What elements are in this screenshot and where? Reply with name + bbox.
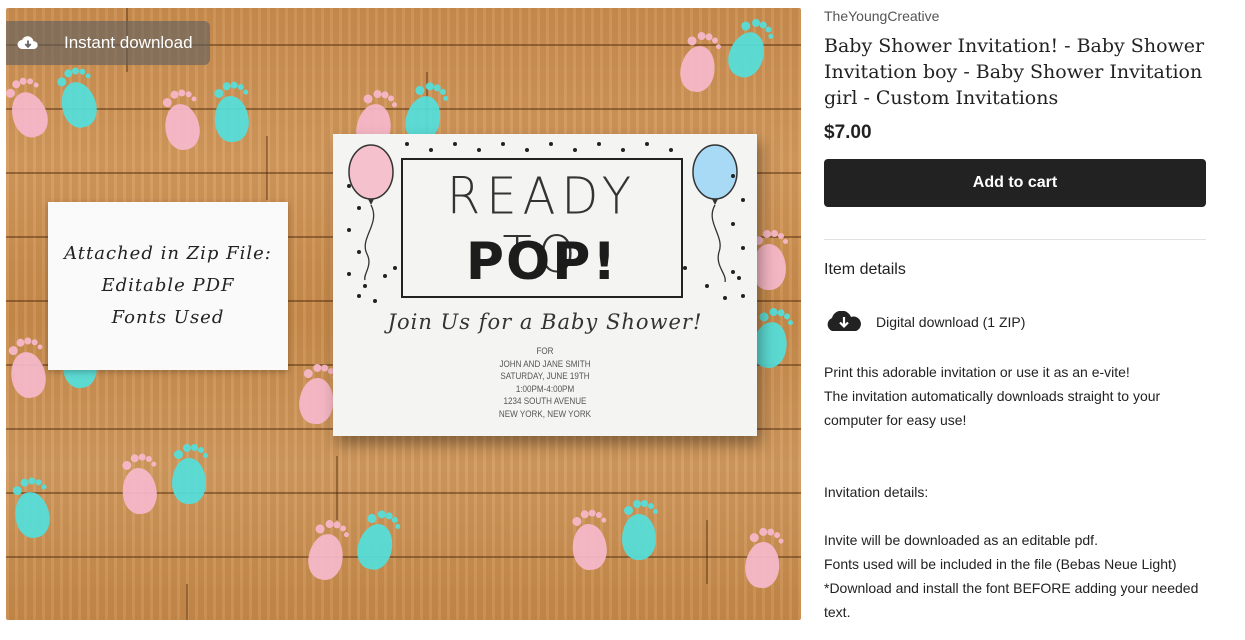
- confetti-dot: [731, 270, 735, 274]
- confetti-dot: [363, 284, 367, 288]
- confetti-dot: [549, 142, 553, 146]
- invite-details: FOR JOHN AND JANE SMITH SATURDAY, JUNE 1…: [333, 346, 757, 421]
- invite-detail-line: FOR: [536, 346, 554, 357]
- blue-footprint: [53, 65, 102, 132]
- cloud-download-icon: [824, 310, 864, 333]
- pink-footprint: [743, 527, 784, 590]
- confetti-dot: [347, 272, 351, 276]
- listing-title: Baby Shower Invitation! - Baby Shower In…: [824, 35, 1205, 109]
- cloud-download-icon: [6, 34, 50, 52]
- listing-price: $7.00: [824, 122, 872, 143]
- shop-name-link[interactable]: TheYoungCreative: [824, 8, 939, 24]
- pink-footprint: [159, 88, 203, 153]
- confetti-dot: [621, 148, 625, 152]
- invite-detail-line: 1:00PM-4:00PM: [515, 383, 575, 395]
- blue-footprint: [172, 444, 208, 504]
- confetti-dot: [383, 274, 387, 278]
- description-text: The invitation automatically downloads s…: [824, 388, 1161, 428]
- confetti-dot: [393, 266, 397, 270]
- item-details-heading: Item details: [824, 261, 906, 278]
- confetti-dot: [373, 299, 377, 303]
- wood-seam: [186, 584, 188, 620]
- confetti-dot: [347, 184, 351, 188]
- confetti-dot: [525, 148, 529, 152]
- instant-download-label: Instant download: [64, 33, 193, 52]
- confetti-dot: [731, 222, 735, 226]
- confetti-dot: [357, 206, 361, 210]
- wood-seam: [266, 136, 268, 200]
- invitation-card: READY TO POP! Join Us for a Baby Shower!…: [333, 134, 757, 436]
- pink-footprint: [6, 74, 54, 143]
- confetti-dot: [645, 142, 649, 146]
- description-text: Invitation details:: [824, 484, 929, 500]
- invite-script-text: Join Us for a Baby Shower!: [387, 310, 703, 334]
- invite-detail-line: JOHN AND JANE SMITH: [499, 358, 591, 370]
- divider: [824, 239, 1206, 240]
- add-to-cart-button[interactable]: Add to cart: [824, 159, 1206, 207]
- blue-footprint: [211, 81, 251, 144]
- wood-seam: [706, 520, 708, 584]
- digital-download-label: Digital download (1 ZIP): [876, 314, 1026, 330]
- confetti-dot: [597, 142, 601, 146]
- confetti-dot: [741, 246, 745, 250]
- note-line: Fonts Used: [111, 307, 225, 328]
- confetti-dot: [731, 174, 735, 178]
- pink-footprint: [752, 230, 788, 290]
- confetti-dot: [405, 142, 409, 146]
- confetti-dot: [683, 266, 687, 270]
- note-line: Attached in Zip File:: [64, 243, 272, 264]
- confetti-dot: [669, 148, 673, 152]
- note-line: Editable PDF: [101, 275, 235, 296]
- attachment-note-card: Attached in Zip File: Editable PDF Fonts…: [48, 202, 288, 370]
- confetti-dot: [453, 142, 457, 146]
- pink-balloon: [348, 144, 394, 281]
- blue-balloon-body: [692, 144, 738, 200]
- pink-footprint: [119, 453, 159, 516]
- confetti-dot: [429, 148, 433, 152]
- blue-footprint: [622, 500, 658, 560]
- digital-download-row: Digital download (1 ZIP): [824, 310, 1026, 333]
- blue-footprint: [352, 507, 401, 574]
- pink-footprint: [569, 509, 609, 572]
- invite-detail-line: SATURDAY, JUNE 19TH: [500, 371, 590, 382]
- confetti-dot: [357, 294, 361, 298]
- confetti-dot: [477, 148, 481, 152]
- confetti-dot: [501, 142, 505, 146]
- blue-footprint: [722, 14, 775, 83]
- description-text: *Download and install the font BEFORE ad…: [824, 580, 1199, 620]
- description-text: Invite will be downloaded as an editable…: [824, 532, 1098, 548]
- instant-download-badge: Instant download: [6, 21, 210, 65]
- invite-title-line2: POP!: [465, 232, 619, 292]
- confetti-dot: [357, 250, 361, 254]
- blue-footprint: [9, 476, 53, 541]
- invite-title-frame: READY TO POP!: [401, 158, 683, 298]
- pink-footprint: [305, 518, 350, 583]
- pink-balloon-body: [348, 144, 394, 200]
- confetti-dot: [573, 148, 577, 152]
- pink-footprint: [6, 336, 49, 401]
- confetti-dot: [705, 284, 709, 288]
- pink-footprint: [677, 30, 722, 95]
- blue-balloon: [692, 144, 738, 282]
- confetti-dot: [347, 228, 351, 232]
- wood-seam: [336, 456, 338, 520]
- confetti-dot: [737, 276, 741, 280]
- confetti-dot: [741, 294, 745, 298]
- confetti-dot: [741, 198, 745, 202]
- invite-detail-line: NEW YORK, NEW YORK: [498, 408, 592, 420]
- description-text: Print this adorable invitation or use it…: [824, 364, 1130, 380]
- invite-detail-line: 1234 SOUTH AVENUE: [503, 396, 587, 407]
- product-image[interactable]: Instant download Attached in Zip File: E…: [6, 8, 801, 620]
- pink-footprint: [297, 363, 338, 426]
- description-text: Fonts used will be included in the file …: [824, 556, 1177, 572]
- confetti-dot: [723, 296, 727, 300]
